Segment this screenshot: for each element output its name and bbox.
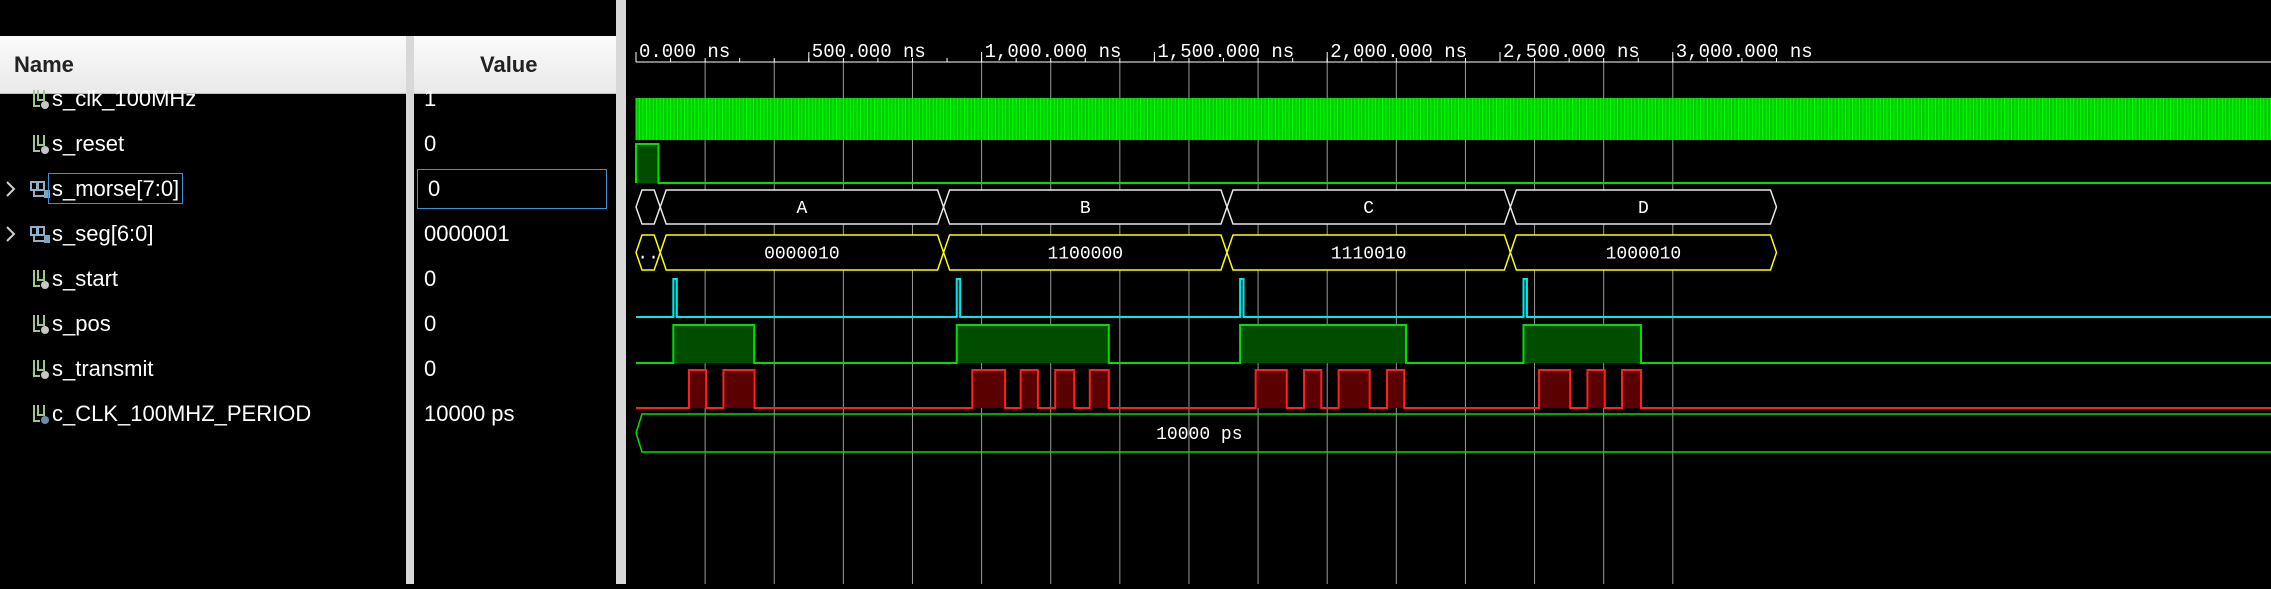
chevron-right-icon[interactable] — [4, 224, 18, 244]
signal-name[interactable]: s_morse[7:0] — [48, 172, 184, 204]
const-wave-label: 10000 ps — [1156, 425, 1242, 445]
pos-wave-high-fill — [1523, 325, 1642, 363]
signal-row[interactable]: s_seg[6:0] — [0, 211, 406, 256]
start-wave-trace — [636, 278, 2271, 318]
transmit-wave-high-fill — [1304, 370, 1322, 408]
constant-signal-icon — [33, 404, 49, 424]
seg-bus-segment-label: .. — [637, 245, 659, 265]
signal-name[interactable]: c_CLK_100MHZ_PERIOD — [52, 401, 311, 426]
pos-wave-trace — [636, 324, 2271, 364]
logic-signal-icon — [33, 359, 49, 379]
signal-value-row[interactable]: 0 — [414, 121, 616, 166]
morse-bus-segment-label: C — [1363, 199, 1374, 219]
logic-signal-icon — [33, 89, 49, 109]
signal-value: 10000 ps — [424, 400, 515, 426]
signal-row[interactable]: s_pos — [0, 301, 406, 346]
signal-value: 0 — [424, 265, 437, 291]
morse-bus-segment-label: B — [1080, 199, 1091, 219]
signal-value: 0 — [428, 175, 441, 201]
signal-name[interactable]: s_transmit — [52, 356, 153, 381]
signal-value-row[interactable]: 0000001 — [414, 211, 616, 256]
timeline-tick-label: 500.000 ns — [812, 41, 926, 63]
pos-wave-high-fill — [673, 325, 755, 363]
signal-name-panel: Name s_clk_100MHz s_reset s_morse[7:0] s_se… — [0, 36, 406, 584]
signal-value: 0000001 — [424, 220, 510, 246]
logic-signal-icon — [33, 134, 49, 154]
signal-row[interactable]: s_transmit — [0, 346, 406, 391]
transmit-wave-high-fill — [723, 370, 755, 408]
transmit-wave-high-fill — [1621, 370, 1642, 408]
signal-value-row[interactable]: 1 — [414, 76, 616, 121]
selected-value-box[interactable]: 0 — [417, 168, 607, 209]
wave-panel-splitter[interactable] — [616, 0, 626, 584]
transmit-wave-high-fill — [1587, 370, 1605, 408]
logic-signal-icon — [33, 269, 49, 289]
signal-value: 0 — [424, 310, 437, 336]
reset-wave-trace — [635, 143, 2271, 184]
seg-bus-segment-label: 1000010 — [1606, 245, 1682, 265]
signal-value-row[interactable]: 10000 ps — [414, 391, 616, 436]
signal-name[interactable]: s_pos — [52, 311, 111, 336]
toolbar-area — [0, 0, 616, 36]
transmit-wave-high-fill — [1539, 370, 1571, 408]
transmit-wave-high-fill — [972, 370, 1006, 408]
chevron-right-icon[interactable] — [4, 179, 18, 199]
transmit-wave-trace — [636, 369, 2271, 409]
signal-value-row[interactable]: 0 — [414, 301, 616, 346]
signal-value-panel: Value 1 0 0 0000001 0 0 0 10000 ps — [414, 36, 616, 584]
morse-bus-segment-label: D — [1638, 199, 1649, 219]
morse-bus-segment-label: A — [796, 199, 807, 219]
transmit-wave-high-fill — [1386, 370, 1405, 408]
signal-row[interactable]: s_start — [0, 256, 406, 301]
signal-name[interactable]: s_reset — [52, 131, 124, 156]
waveform-canvas[interactable]: 0.000 ns 500.000 ns 1,000.000 ns 1,500.000 … — [626, 0, 2271, 584]
transmit-wave-high-fill — [1255, 370, 1287, 408]
column-splitter[interactable] — [406, 36, 414, 584]
reset-wave-high-fill — [636, 144, 659, 183]
signal-row[interactable]: s_morse[7:0] — [0, 166, 406, 211]
signal-value: 0 — [424, 130, 437, 156]
signal-value: 1 — [424, 85, 437, 111]
timeline-tick-label: 3,000.000 ns — [1676, 41, 1813, 63]
transmit-wave-high-fill — [1020, 370, 1038, 408]
pos-wave-high-fill — [1240, 325, 1406, 363]
signal-value: 0 — [424, 355, 437, 381]
const-wave — [635, 413, 2271, 453]
signal-row[interactable]: c_CLK_100MHZ_PERIOD — [0, 391, 406, 436]
signal-name[interactable]: s_start — [52, 266, 118, 291]
signal-row[interactable]: s_reset — [0, 121, 406, 166]
timeline-tick-label: 2,000.000 ns — [1330, 41, 1467, 63]
seg-bus-segment-label: 1100000 — [1047, 245, 1123, 265]
morse-bus-segment — [635, 189, 661, 225]
timeline-tick-label: 1,500.000 ns — [1157, 41, 1294, 63]
bus-signal-icon — [30, 225, 50, 243]
transmit-wave-high-fill — [688, 370, 707, 408]
timeline-tick-label: 2,500.000 ns — [1503, 41, 1640, 63]
seg-bus-segment-label: 1110010 — [1331, 245, 1407, 265]
logic-signal-icon — [33, 314, 49, 334]
transmit-wave-high-fill — [1055, 370, 1075, 408]
waveform-panel[interactable]: 0.000 ns 500.000 ns 1,000.000 ns 1,500.000 … — [626, 0, 2271, 584]
signal-value-row[interactable]: 0 — [414, 166, 616, 211]
timeline-tick-label: 0.000 ns — [639, 41, 730, 63]
transmit-wave-high-fill — [1338, 370, 1370, 408]
signal-row[interactable]: s_clk_100MHz — [0, 76, 406, 121]
transmit-wave-high-fill — [1089, 370, 1109, 408]
signal-value-row[interactable]: 0 — [414, 346, 616, 391]
seg-bus-segment-label: 0000010 — [764, 245, 840, 265]
timeline-tick-label: 1,000.000 ns — [985, 41, 1122, 63]
signal-value-row[interactable]: 0 — [414, 256, 616, 301]
pos-wave-high-fill — [956, 325, 1109, 363]
signal-name[interactable]: s_seg[6:0] — [52, 221, 154, 246]
signal-name[interactable]: s_clk_100MHz — [52, 86, 196, 111]
